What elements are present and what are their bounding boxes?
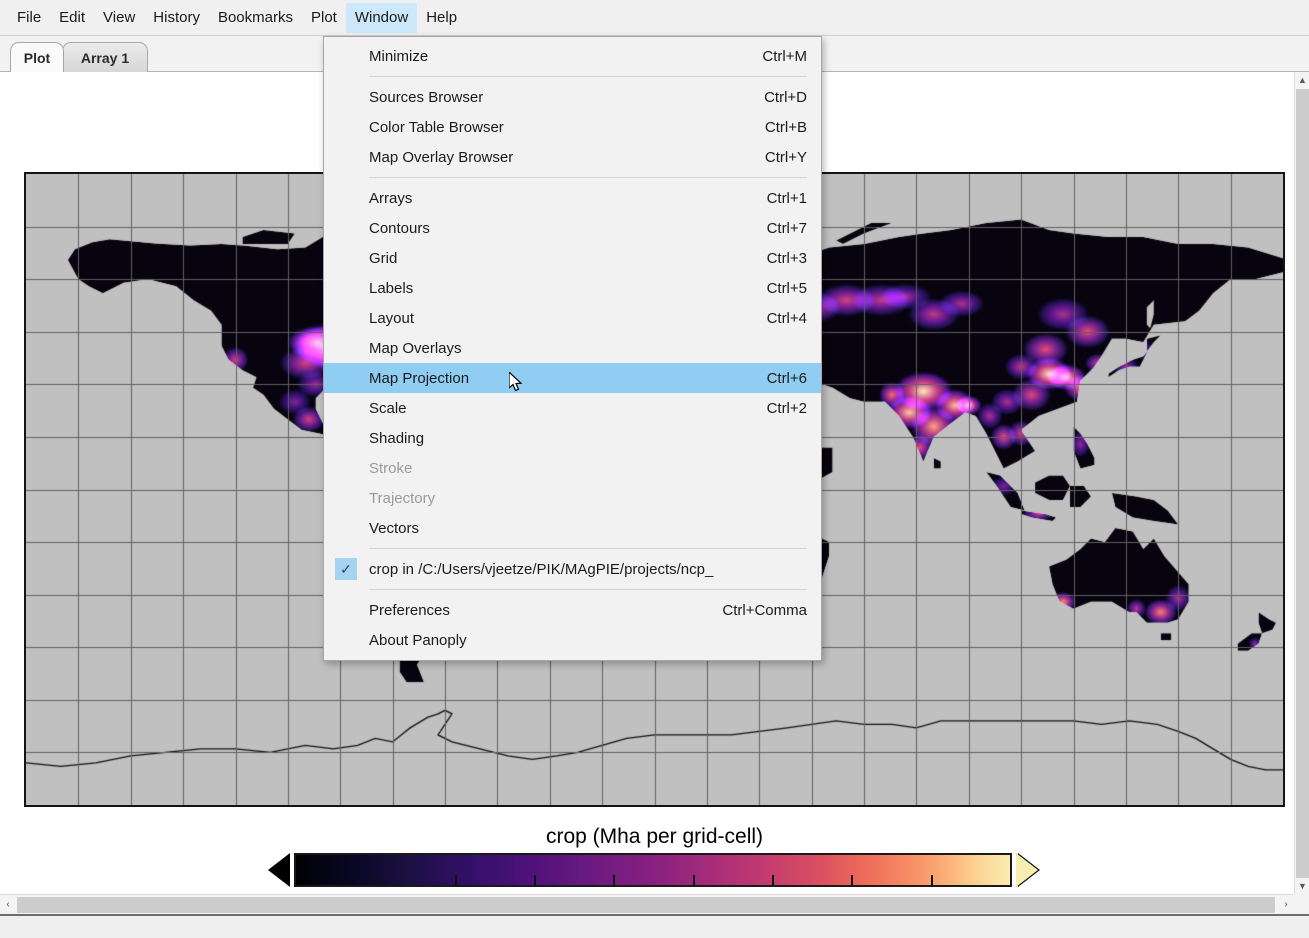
menu-item-trajectory: Trajectory xyxy=(324,483,821,513)
menu-separator xyxy=(369,76,807,77)
menu-item-label: crop in /C:/Users/vjeetze/PIK/MAgPIE/pro… xyxy=(369,560,714,578)
menu-item-label: Map Overlays xyxy=(369,339,462,357)
menu-item-label: Layout xyxy=(369,309,415,327)
menu-separator xyxy=(369,589,807,590)
menu-item-vectors[interactable]: Vectors xyxy=(324,513,821,543)
tab-plot[interactable]: Plot xyxy=(10,42,64,72)
menu-item-sources-browser[interactable]: Sources Browser Ctrl+D xyxy=(324,82,821,112)
menu-item-label: Grid xyxy=(369,249,398,267)
horizontal-scrollbar[interactable]: ‹ › xyxy=(0,894,1294,914)
menu-item-label: Arrays xyxy=(369,189,413,207)
menu-item-shortcut: Ctrl+4 xyxy=(766,309,807,327)
menu-item-label: Map Projection xyxy=(369,369,470,387)
colorbar-tick xyxy=(930,875,933,886)
menu-item-label: Trajectory xyxy=(369,489,436,507)
scroll-up-icon[interactable]: ▲ xyxy=(1295,72,1309,88)
colorbar-title: crop (Mha per grid-cell) xyxy=(545,825,764,848)
menu-item-labels[interactable]: Labels Ctrl+5 xyxy=(324,273,821,303)
menubar-item-file[interactable]: File xyxy=(8,3,50,33)
menu-item-shortcut: Ctrl+2 xyxy=(766,399,807,417)
menu-item-grid[interactable]: Grid Ctrl+3 xyxy=(324,243,821,273)
colorbar-tick xyxy=(454,875,457,886)
menubar-item-plot[interactable]: Plot xyxy=(302,3,346,33)
menubar-item-edit[interactable]: Edit xyxy=(50,3,94,33)
menu-item-label: Color Table Browser xyxy=(369,118,504,136)
menu-item-shortcut: Ctrl+6 xyxy=(766,369,807,387)
menu-item-label: Contours xyxy=(369,219,430,237)
menu-item-about-panoply[interactable]: About Panoply xyxy=(324,625,821,655)
menu-separator xyxy=(369,548,807,549)
menubar-item-help[interactable]: Help xyxy=(417,3,466,33)
menu-item-stroke: Stroke xyxy=(324,453,821,483)
scroll-left-icon[interactable]: ‹ xyxy=(0,895,16,914)
menu-item-shortcut: Ctrl+Y xyxy=(764,148,807,166)
status-bar xyxy=(0,914,1309,938)
tab-array-1[interactable]: Array 1 xyxy=(62,42,148,72)
menu-item-map-overlay-browser[interactable]: Map Overlay Browser Ctrl+Y xyxy=(324,142,821,172)
menu-item-shortcut: Ctrl+3 xyxy=(766,249,807,267)
vertical-scroll-thumb[interactable] xyxy=(1296,89,1309,879)
colorbar-over-arrow xyxy=(1016,853,1038,887)
menu-item-contours[interactable]: Contours Ctrl+7 xyxy=(324,213,821,243)
colorbar-tick xyxy=(613,875,616,886)
menu-item-preferences[interactable]: Preferences Ctrl+Comma xyxy=(324,595,821,625)
colorbar-tick xyxy=(772,875,774,886)
menu-item-shortcut: Ctrl+1 xyxy=(766,189,807,207)
menu-item-shortcut: Ctrl+5 xyxy=(766,279,807,297)
scroll-right-icon[interactable]: › xyxy=(1278,895,1294,914)
menu-item-arrays[interactable]: Arrays Ctrl+1 xyxy=(324,183,821,213)
menu-separator xyxy=(369,177,807,178)
menu-bar: File Edit View History Bookmarks Plot Window He… xyxy=(0,0,1309,36)
menubar-item-window[interactable]: Window xyxy=(345,2,418,33)
menubar-item-bookmarks[interactable]: Bookmarks xyxy=(209,3,302,33)
window-menu-dropdown[interactable]: Minimize Ctrl+M Sources Browser Ctrl+D Color… xyxy=(323,36,822,661)
colorbar-tick xyxy=(534,875,536,886)
menu-item-shortcut: Ctrl+7 xyxy=(766,219,807,237)
menu-item-label: Sources Browser xyxy=(369,88,484,106)
menubar-item-history[interactable]: History xyxy=(144,3,209,33)
scrollbar-corner xyxy=(1294,894,1309,914)
panoply-window: File Edit View History Bookmarks Plot Window He… xyxy=(0,0,1309,938)
menu-item-minimize[interactable]: Minimize Ctrl+M xyxy=(324,41,821,71)
menu-item-shading[interactable]: Shading xyxy=(324,423,821,453)
vertical-scrollbar[interactable]: ▲ ▼ xyxy=(1294,72,1309,894)
menu-item-shortcut: Ctrl+Comma xyxy=(722,601,807,619)
colorbar-tick xyxy=(692,875,695,886)
menu-item-label: Vectors xyxy=(369,519,420,537)
menu-item-map-projection[interactable]: Map Projection Ctrl+6 xyxy=(324,363,821,393)
menu-item-label: About Panoply xyxy=(369,631,467,649)
menu-item-label: Scale xyxy=(369,399,407,417)
menu-item-label: Labels xyxy=(369,279,414,297)
menu-item-label: Minimize xyxy=(369,47,429,65)
menu-item-color-table-browser[interactable]: Color Table Browser Ctrl+B xyxy=(324,112,821,142)
colorbar[interactable] xyxy=(268,851,1040,891)
colorbar-tick xyxy=(375,875,378,886)
menu-item-crop-in-c-users-vjeetze-pik-magpie-proje[interactable]: ✓ crop in /C:/Users/vjeetze/PIK/MAgPIE/pr… xyxy=(324,554,821,584)
menu-item-label: Stroke xyxy=(369,459,413,477)
horizontal-scroll-thumb[interactable] xyxy=(17,897,1275,913)
menu-item-map-overlays[interactable]: Map Overlays xyxy=(324,333,821,363)
colorbar-gradient xyxy=(294,853,1012,887)
menu-item-layout[interactable]: Layout Ctrl+4 xyxy=(324,303,821,333)
menu-item-label: Map Overlay Browser xyxy=(369,148,514,166)
menu-item-shortcut: Ctrl+B xyxy=(764,118,807,136)
menu-item-label: Preferences xyxy=(369,601,450,619)
colorbar-tick xyxy=(851,875,854,886)
menubar-item-view[interactable]: View xyxy=(94,3,144,33)
check-icon: ✓ xyxy=(335,558,357,580)
menu-item-shortcut: Ctrl+M xyxy=(762,47,807,65)
menu-item-scale[interactable]: Scale Ctrl+2 xyxy=(324,393,821,423)
colorbar-under-arrow xyxy=(268,853,290,887)
menu-item-shortcut: Ctrl+D xyxy=(764,88,807,106)
scroll-down-icon[interactable]: ▼ xyxy=(1295,878,1309,894)
menu-item-label: Shading xyxy=(369,429,425,447)
